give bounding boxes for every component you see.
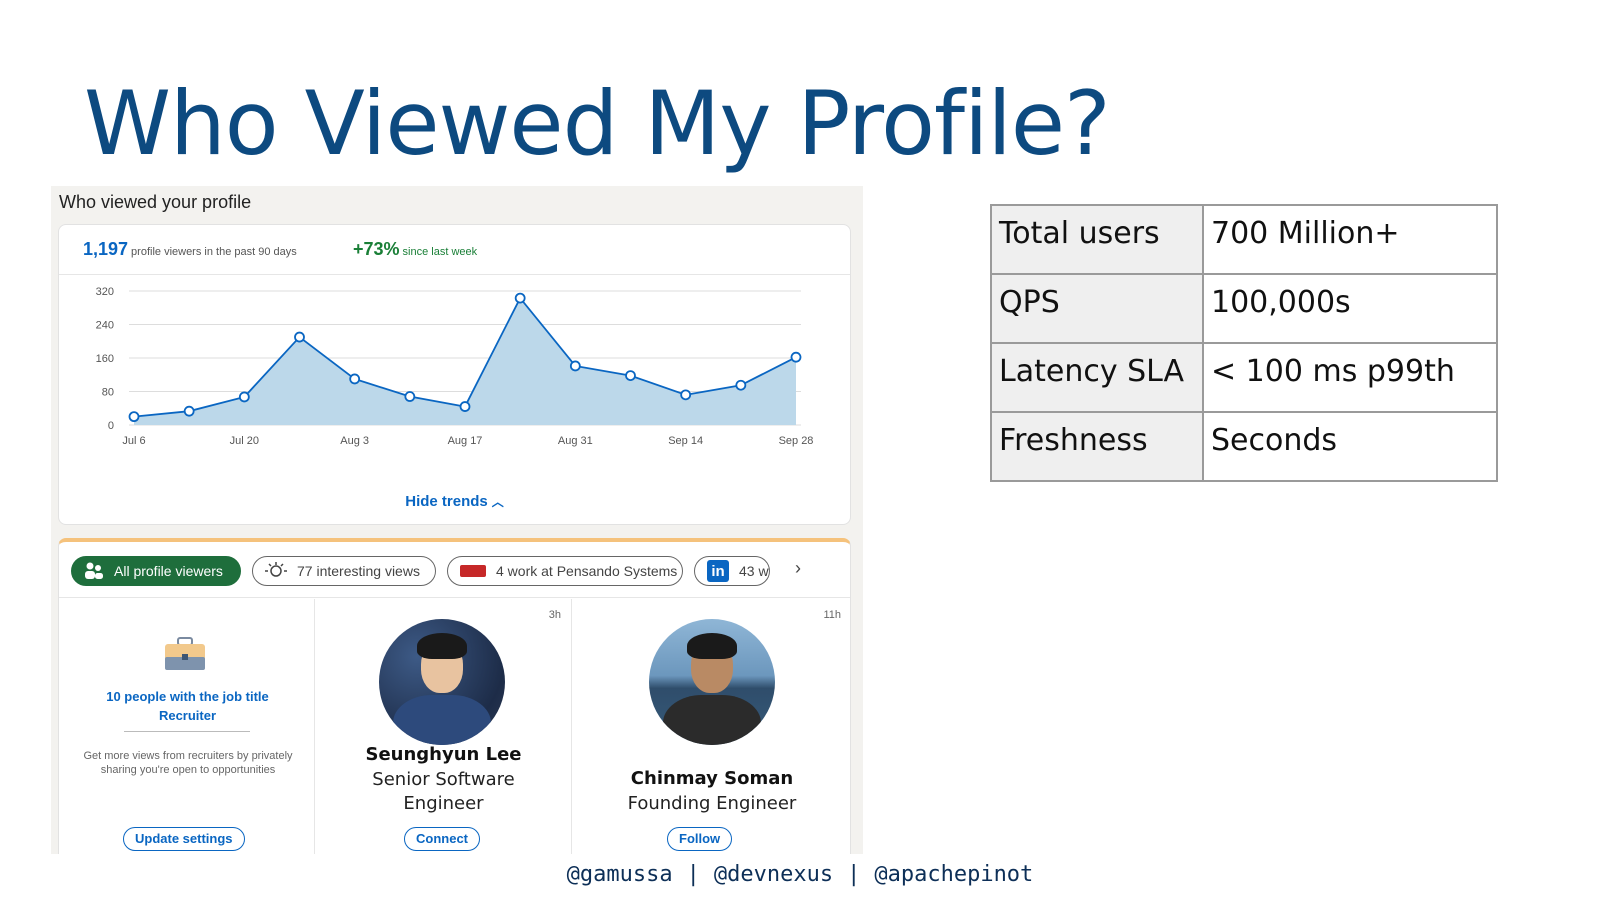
data-point — [128, 411, 140, 423]
viewers-label: profile viewers in the past 90 days — [131, 246, 297, 258]
facts-table: Total users 700 Million+ QPS 100,000s La… — [990, 204, 1498, 482]
viewer-role: Founding Engineer — [627, 793, 797, 814]
views-trend-chart: 0 80 160 240 320 Jul 6 Jul 20 Aug 3 Aug 17 Aug 31… — [96, 286, 814, 447]
hide-trends-label: Hide trends — [405, 493, 488, 510]
chevron-right-icon[interactable]: › — [795, 558, 801, 579]
footer-handle: @gamussa — [566, 862, 673, 887]
fact-value: Seconds — [1202, 411, 1498, 482]
data-point — [569, 360, 581, 372]
data-point — [349, 373, 361, 385]
y-tick-label: 320 — [96, 286, 114, 298]
table-row: Freshness Seconds — [990, 411, 1498, 482]
viewers-card: All profile viewers 77 interesting views… — [58, 538, 851, 854]
fact-value: < 100 ms p99th — [1202, 342, 1498, 413]
filter-pensando[interactable]: 4 work at Pensando Systems — [447, 556, 683, 586]
viewer-name[interactable]: Seunghyun Lee — [316, 744, 571, 765]
filter-label: 43 w — [739, 563, 769, 579]
fact-value: 100,000s — [1202, 273, 1498, 344]
y-tick-label: 240 — [96, 320, 114, 332]
footer-handles: @gamussa | @devnexus | @apachepinot — [0, 862, 1600, 887]
footer-handle: @apachepinot — [874, 862, 1034, 887]
data-point — [404, 391, 416, 402]
viewer-card-chinmay: 11h Chinmay Soman Founding Engineer Foll… — [573, 599, 851, 854]
viewer-name[interactable]: Chinmay Soman — [573, 768, 851, 789]
table-row: Latency SLA < 100 ms p99th — [990, 342, 1498, 413]
y-tick-label: 160 — [96, 353, 114, 365]
panel-header: Who viewed your profile — [59, 192, 252, 212]
data-point — [680, 389, 692, 401]
x-tick-label: Sep 14 — [668, 435, 703, 447]
x-tick-label: Jul 20 — [230, 435, 259, 447]
profile-views-screenshot: Who viewed your profile 1,197 profile vie… — [51, 186, 863, 854]
x-tick-label: Aug 17 — [448, 435, 483, 447]
avatar[interactable] — [379, 619, 505, 745]
table-row: Total users 700 Million+ — [990, 204, 1498, 275]
company-logo — [460, 565, 486, 577]
viewers-count: 1,197 — [83, 239, 129, 259]
slide-title: Who Viewed My Profile? — [84, 72, 1111, 175]
x-tick-label: Sep 28 — [779, 435, 814, 447]
change-label: since last week — [402, 246, 478, 258]
change-value: +73% — [353, 239, 400, 259]
fact-key: QPS — [990, 273, 1204, 344]
follow-button[interactable]: Follow — [667, 827, 733, 851]
filter-label: 4 work at Pensando Systems — [496, 563, 678, 579]
view-time: 11h — [823, 609, 841, 621]
divider — [124, 731, 250, 732]
people-icon — [84, 562, 104, 580]
data-point — [735, 379, 747, 391]
data-point — [459, 401, 471, 412]
fact-key: Latency SLA — [990, 342, 1204, 413]
change-stat: +73% since last week — [353, 239, 477, 260]
filter-linkedin[interactable]: in 43 w — [694, 556, 770, 586]
update-settings-button[interactable]: Update settings — [123, 827, 245, 851]
y-tick-label: 0 — [108, 420, 114, 432]
data-point — [790, 351, 802, 363]
footer-separator: | — [847, 862, 861, 887]
x-tick-label: Jul 6 — [122, 435, 145, 447]
view-time: 3h — [548, 609, 561, 621]
data-point — [514, 292, 526, 304]
filter-label: All profile viewers — [114, 563, 223, 579]
viewer-card-seunghyun: 3h Seunghyun Lee Senior Software Enginee… — [316, 599, 572, 854]
data-point — [238, 391, 250, 403]
footer-handle: @devnexus — [713, 862, 834, 887]
trends-card: 1,197 profile viewers in the past 90 days… — [58, 224, 851, 525]
connect-button[interactable]: Connect — [404, 827, 480, 851]
fact-value: 700 Million+ — [1202, 204, 1498, 275]
recruiter-hint: Get more views from recruiters by privat… — [83, 750, 293, 776]
linkedin-icon: in — [707, 560, 729, 582]
filter-all-viewers[interactable]: All profile viewers — [71, 556, 241, 586]
x-tick-label: Aug 3 — [340, 435, 369, 447]
data-point — [625, 370, 636, 381]
recruiters-column: 10 people with the job title Recruiter G… — [59, 599, 315, 854]
recruiter-job-title[interactable]: 10 people with the job title Recruiter — [85, 687, 290, 725]
data-point — [183, 405, 195, 417]
filter-row: All profile viewers 77 interesting views… — [59, 542, 850, 598]
stats-row: 1,197 profile viewers in the past 90 days… — [59, 225, 850, 275]
data-point — [294, 331, 305, 343]
briefcase-icon — [165, 637, 205, 670]
hide-trends-link[interactable]: Hide trends ︿ — [59, 493, 850, 510]
filter-label: 77 interesting views — [297, 563, 420, 579]
table-row: QPS 100,000s — [990, 273, 1498, 344]
chevron-up-icon: ︿ — [491, 495, 504, 509]
fact-key: Freshness — [990, 411, 1204, 482]
filter-interesting-views[interactable]: 77 interesting views — [252, 556, 436, 586]
x-tick-label: Aug 31 — [558, 435, 593, 447]
footer-separator: | — [686, 862, 700, 887]
avatar[interactable] — [649, 619, 775, 745]
fact-key: Total users — [990, 204, 1204, 275]
y-tick-label: 80 — [102, 387, 114, 399]
viewer-role: Senior Software Engineer — [372, 769, 515, 814]
lightbulb-icon — [265, 561, 287, 581]
viewers-stat: 1,197 profile viewers in the past 90 days — [83, 239, 297, 260]
